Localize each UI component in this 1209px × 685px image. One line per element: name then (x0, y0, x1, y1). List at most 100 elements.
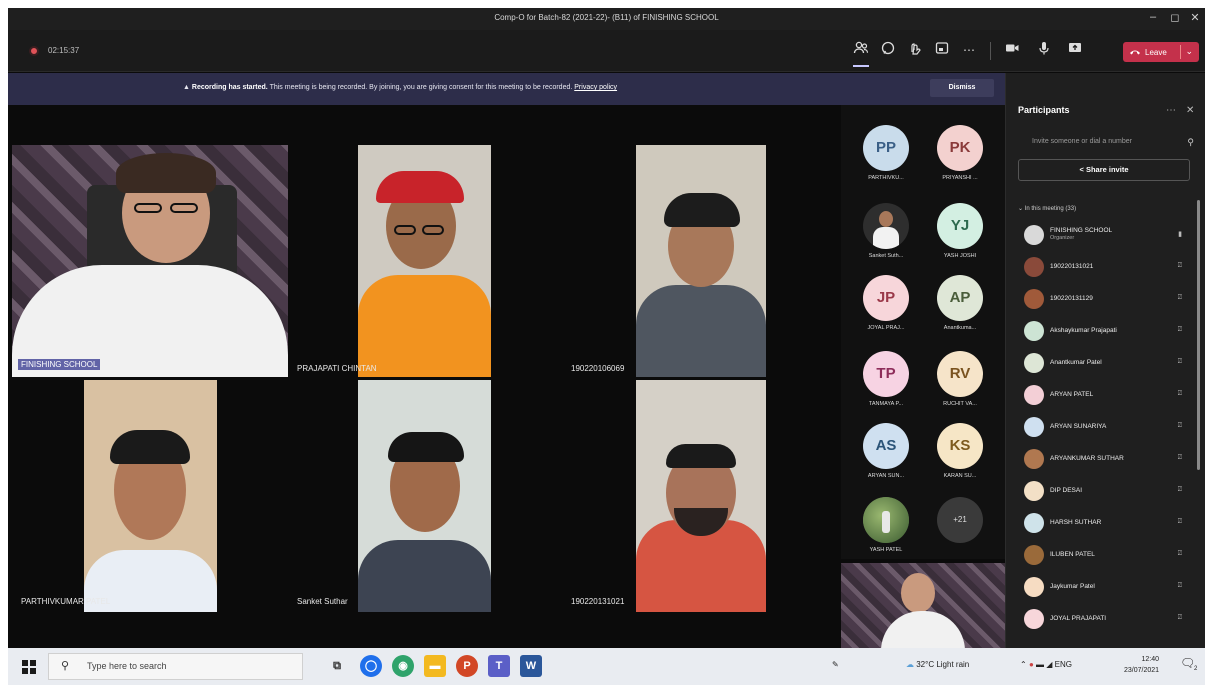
date-text: 23/07/2021 (1124, 667, 1160, 674)
gallery-tile[interactable]: TP TANMAYA P... (851, 341, 921, 411)
participant-row[interactable]: ARYAN SUNARIYA ⍁ (1018, 413, 1196, 443)
system-tray[interactable]: ⌃ ● ▬ ◢ ENG (1020, 660, 1072, 669)
word-icon[interactable]: W (520, 655, 542, 677)
network-icon[interactable]: ● (1029, 660, 1034, 669)
video-tile-190220106069[interactable] (636, 145, 766, 377)
share-screen-icon[interactable] (1065, 40, 1085, 60)
people-icon[interactable] (851, 40, 871, 60)
chevron-down-icon[interactable]: ⌄ (1185, 46, 1193, 57)
windows-taskbar: ⚲ Type here to search ⧉ ◯ ◉ ▬ P T W ✎ ☁ … (8, 648, 1205, 685)
clock[interactable]: 12:40 23/07/2021 (1124, 654, 1159, 676)
participant-row[interactable]: HARSH SUTHAR ⍁ (1018, 509, 1196, 539)
gallery-tile[interactable]: JP JOYAL PRAJ... (851, 265, 921, 335)
powerpoint-icon[interactable]: P (456, 655, 478, 677)
video-tile-190220131021[interactable] (636, 380, 766, 612)
hair (664, 193, 740, 227)
participant-row[interactable]: DIP DESAI ⍁ (1018, 477, 1196, 507)
avatar (1024, 289, 1044, 309)
file-explorer-icon[interactable]: ▬ (424, 655, 446, 677)
gallery-tile[interactable]: AS ARYAN SUN... (851, 413, 921, 483)
gallery-tile[interactable]: Sanket Suth... (851, 193, 921, 263)
in-meeting-section-header[interactable]: ⌄ In this meeting (33) (1018, 205, 1076, 212)
weather-widget[interactable]: ☁ 32°C Light rain (906, 660, 969, 669)
participant-row[interactable]: Anantkumar Patel ⍁ (1018, 349, 1196, 379)
search-icon[interactable]: ⚲ (1187, 137, 1194, 148)
participant-row[interactable]: FINISHING SCHOOL Organizer ▮ (1018, 221, 1196, 251)
participant-row[interactable]: Jaykumar Patel ⍁ (1018, 573, 1196, 603)
avatar (1024, 257, 1044, 277)
gallery-name: Sanket Suth... (868, 253, 904, 259)
warning-icon: ▲ (183, 84, 190, 91)
chevron-up-icon[interactable]: ⌃ (1020, 660, 1027, 669)
participant-name: JOYAL PRAJAPATI (1050, 615, 1107, 622)
video-tile-parthivkumar[interactable] (84, 380, 217, 612)
panel-scrollbar[interactable] (1197, 200, 1200, 470)
gallery-more-tile[interactable]: +21 (925, 487, 995, 557)
gallery-tile[interactable]: PK PRIYANSHI ... (925, 115, 995, 185)
gallery-tile[interactable]: YJ YASH JOSHI (925, 193, 995, 263)
cortana-icon[interactable]: ◯ (360, 655, 382, 677)
task-view-icon[interactable]: ⧉ (326, 655, 348, 677)
breakout-rooms-icon[interactable] (932, 40, 952, 60)
pen-icon[interactable]: ✎ (832, 660, 839, 669)
gallery-tile[interactable]: RV RUCHIT VA... (925, 341, 995, 411)
maximize-button[interactable]: ◻ (1166, 11, 1184, 24)
mic-muted-icon: ⍁ (1177, 294, 1182, 301)
microphone-icon[interactable] (1034, 40, 1054, 60)
mic-muted-icon: ⍁ (1177, 262, 1182, 269)
video-tile-organizer[interactable]: FINISHING SCHOOL (12, 145, 288, 377)
mic-muted-icon: ⍁ (1177, 358, 1182, 365)
participant-row[interactable]: ARYANKUMAR SUTHAR ⍁ (1018, 445, 1196, 475)
close-window-button[interactable]: ✕ (1186, 11, 1204, 24)
participant-row[interactable]: 190220131021 ⍁ (1018, 253, 1196, 283)
mic-muted-icon: ⍁ (1177, 390, 1182, 397)
leave-button[interactable]: Leave ⌄ (1123, 42, 1199, 62)
privacy-policy-link[interactable]: Privacy policy (574, 84, 617, 91)
close-icon[interactable]: ✕ (1186, 105, 1194, 116)
teams-icon[interactable]: T (488, 655, 510, 677)
chat-icon[interactable] (878, 40, 898, 60)
meeting-timer: 02:15:37 (48, 46, 80, 55)
participant-row[interactable]: 190220131129 ⍁ (1018, 285, 1196, 315)
avatar (1024, 353, 1044, 373)
dismiss-button[interactable]: Dismiss (930, 79, 994, 97)
avatar: AS (863, 423, 909, 469)
video-tile-prajapati[interactable] (358, 145, 491, 377)
gallery-tile[interactable]: YASH PATEL (851, 487, 921, 557)
self-view-video[interactable] (841, 563, 1005, 648)
avatar (1024, 513, 1044, 533)
gallery-tile[interactable]: AP Anantkuma... (925, 265, 995, 335)
battery-icon[interactable]: ▬ (1036, 660, 1044, 669)
gallery-name: PARTHIVKU... (868, 175, 904, 181)
teams-window: Comp-O for Batch-82 (2021-22)- (B11) of … (8, 8, 1205, 648)
hang-up-icon (1130, 50, 1140, 55)
taskbar-search-input[interactable]: ⚲ Type here to search (48, 653, 303, 680)
gallery-name: KARAN SU... (943, 473, 977, 479)
volume-icon[interactable]: ◢ (1046, 660, 1052, 669)
participant-row[interactable]: ARYAN PATEL ⍁ (1018, 381, 1196, 411)
video-tile-sanket-suthar[interactable] (358, 380, 491, 612)
avatar (1024, 385, 1044, 405)
invite-input[interactable]: Invite someone or dial a number ⚲ (1018, 133, 1196, 153)
gallery-tile[interactable]: KS KARAN SU... (925, 413, 995, 483)
chrome-icon[interactable]: ◉ (392, 655, 414, 677)
language-indicator[interactable]: ENG (1055, 660, 1072, 669)
participant-row[interactable]: Akshaykumar Prajapati ⍁ (1018, 317, 1196, 347)
banner-text: This meeting is being recorded. By joini… (269, 84, 573, 91)
more-options-icon[interactable]: ⋯ (959, 40, 979, 60)
participant-row[interactable]: JOYAL PRAJAPATI ⍁ (1018, 605, 1196, 635)
windows-start-icon[interactable] (22, 660, 36, 674)
share-invite-button[interactable]: < Share invite (1018, 159, 1190, 181)
banner-strong: Recording has started. (191, 84, 268, 91)
share-invite-label: Share invite (1085, 165, 1129, 174)
gallery-tile[interactable]: PP PARTHIVKU... (851, 115, 921, 185)
gallery-name: RUCHIT VA... (943, 401, 977, 407)
notification-icon[interactable]: 🗨 (1180, 656, 1195, 670)
more-options-icon[interactable]: ⋯ (1166, 105, 1176, 116)
minimize-button[interactable]: – (1144, 11, 1162, 23)
gallery-name: ARYAN SUN... (867, 473, 905, 479)
search-icon: ⚲ (61, 660, 70, 672)
reactions-icon[interactable] (905, 40, 925, 60)
camera-icon[interactable] (1002, 40, 1022, 60)
participant-row[interactable]: ILUBEN PATEL ⍁ (1018, 541, 1196, 571)
